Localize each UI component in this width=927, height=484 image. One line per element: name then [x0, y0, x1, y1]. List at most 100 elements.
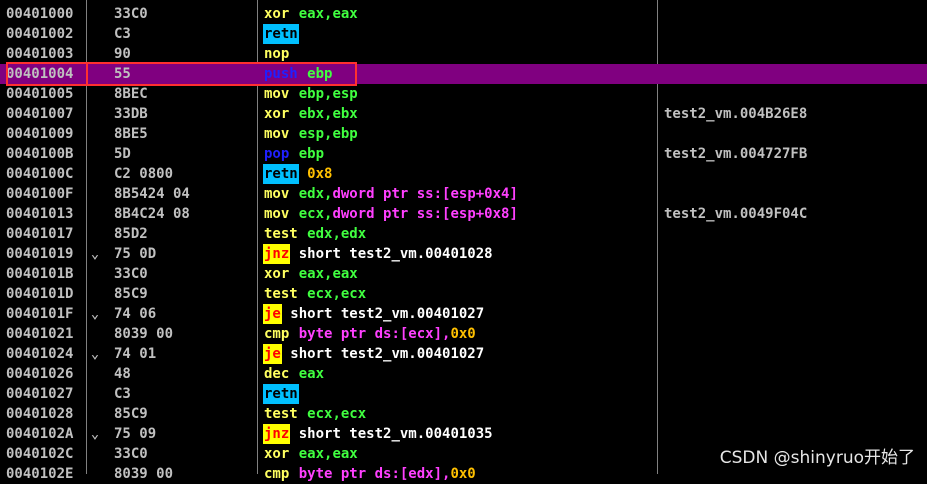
row-operands: eax,eax: [298, 6, 358, 22]
listing-row[interactable]: 00401000 33C0 xor eax,eax: [0, 4, 927, 24]
jump-arrow-icon: [88, 124, 102, 144]
row-address: 00401027: [6, 386, 74, 402]
row-instruction: retn: [263, 384, 299, 404]
row-hex-bytes: C3: [114, 26, 131, 42]
row-mnemonic: xor: [264, 266, 290, 282]
listing-row[interactable]: 00401024 ⌄ 74 01 je short test2_vm.00401027: [0, 344, 927, 364]
listing-row[interactable]: 00401013 8B4C24 08 mov ecx,dword ptr ss:[e…: [0, 204, 927, 224]
row-operands: short test2_vm.00401028: [298, 246, 493, 262]
row-operands: short test2_vm.00401027: [290, 306, 485, 322]
row-hex-bytes: 33C0: [114, 6, 148, 22]
row-mnemonic: cmp: [264, 466, 290, 482]
watermark: CSDN @shinyruo开始了: [719, 448, 915, 468]
row-instruction: pop ebp: [264, 144, 324, 164]
listing-row[interactable]: 00401027 C3 retn: [0, 384, 927, 404]
listing-row[interactable]: 00401019 ⌄ 75 0D jnz short test2_vm.0040102…: [0, 244, 927, 264]
row-mnemonic: mov: [264, 126, 290, 142]
row-instruction: test ecx,ecx: [264, 284, 366, 304]
listing-row[interactable]: 00401017 85D2 test edx,edx: [0, 224, 927, 244]
row-mnemonic: jnz: [263, 424, 291, 444]
listing-row[interactable]: 0040102A ⌄ 75 09 jnz short test2_vm.0040103…: [0, 424, 927, 444]
jump-arrow-icon: ⌄: [90, 306, 100, 322]
row-hex-bytes: 85D2: [114, 226, 148, 242]
listing-row[interactable]: 0040100B 5D pop ebp test2_vm.004727FB: [0, 144, 927, 164]
row-mnemonic: test: [264, 406, 298, 422]
row-hex-bytes: C3: [114, 386, 131, 402]
row-address: 0040102E: [6, 466, 74, 482]
row-hex-bytes: 8039 00: [114, 326, 174, 342]
jump-arrow-icon: [88, 384, 102, 404]
row-hex-bytes: 74 06: [114, 306, 157, 322]
listing-row[interactable]: 00401026 48 dec eax: [0, 364, 927, 384]
row-operands: edx,dword ptr ss:[esp+0x4]: [298, 186, 518, 202]
row-address: 0040102C: [6, 446, 74, 462]
row-operands: short test2_vm.00401035: [298, 426, 493, 442]
row-operands: eax,eax: [298, 446, 358, 462]
jump-arrow-icon: [88, 24, 102, 44]
jump-arrow-icon: ⌄: [90, 246, 100, 262]
row-mnemonic: nop: [264, 46, 290, 62]
row-mnemonic: pop: [264, 146, 290, 162]
row-hex-bytes: 85C9: [114, 406, 148, 422]
row-instruction: test ecx,ecx: [264, 404, 366, 424]
row-address: 00401017: [6, 226, 74, 242]
row-address: 00401004: [6, 66, 74, 82]
row-hex-bytes: 75 09: [114, 426, 157, 442]
jump-arrow-icon: [88, 104, 102, 124]
row-address: 00401000: [6, 6, 74, 22]
jump-arrow-icon: [88, 364, 102, 384]
row-mnemonic: push: [264, 66, 298, 82]
highlight-box-divider: [86, 62, 88, 86]
listing-row[interactable]: 0040100C C2 0800 retn 0x8: [0, 164, 927, 184]
row-hex-bytes: 74 01: [114, 346, 157, 362]
row-instruction: nop: [264, 44, 290, 64]
listing-row[interactable]: 00401005 8BEC mov ebp,esp: [0, 84, 927, 104]
row-hex-bytes: 48: [114, 366, 131, 382]
listing-row-selected[interactable]: 00401004 55 push ebp: [0, 64, 927, 84]
jump-arrow-icon: ⌄: [90, 346, 100, 362]
row-address: 00401007: [6, 106, 74, 122]
row-instruction: mov esp,ebp: [264, 124, 358, 144]
listing-row[interactable]: 0040101B 33C0 xor eax,eax: [0, 264, 927, 284]
listing-row[interactable]: 0040101D 85C9 test ecx,ecx: [0, 284, 927, 304]
jump-arrow-icon: [88, 4, 102, 24]
row-mnemonic: dec: [264, 366, 290, 382]
jump-arrow-icon: [88, 204, 102, 224]
listing-row[interactable]: 0040101F ⌄ 74 06 je short test2_vm.00401027: [0, 304, 927, 324]
listing-row[interactable]: 00401003 90 nop: [0, 44, 927, 64]
jump-arrow-icon: [88, 264, 102, 284]
jump-arrow-icon: [88, 84, 102, 104]
listing-row[interactable]: 00401009 8BE5 mov esp,ebp: [0, 124, 927, 144]
row-instruction: jnz short test2_vm.00401035: [263, 424, 493, 444]
row-mnemonic: mov: [264, 186, 290, 202]
listing-row[interactable]: 00401007 33DB xor ebx,ebx test2_vm.004B26E8: [0, 104, 927, 124]
listing-row[interactable]: 00401028 85C9 test ecx,ecx: [0, 404, 927, 424]
row-instruction: mov ecx,dword ptr ss:[esp+0x8]: [264, 204, 518, 224]
row-operands: ebx,ebx: [298, 106, 358, 122]
row-address: 0040100C: [6, 166, 74, 182]
row-mnemonic: mov: [264, 206, 290, 222]
row-mnemonic: cmp: [264, 326, 290, 342]
row-operands: ecx,dword ptr ss:[esp+0x8]: [298, 206, 518, 222]
row-hex-bytes: 8039 00: [114, 466, 174, 482]
listing-row[interactable]: 0040100F 8B5424 04 mov edx,dword ptr ss:[e…: [0, 184, 927, 204]
row-instruction: xor ebx,ebx: [264, 104, 358, 124]
row-instruction: mov edx,dword ptr ss:[esp+0x4]: [264, 184, 518, 204]
row-operands: ebp: [298, 146, 325, 162]
row-hex-bytes: C2 0800: [114, 166, 174, 182]
row-hex-bytes: 33C0: [114, 266, 148, 282]
jump-arrow-icon: [88, 64, 102, 84]
row-operands: esp,ebp: [298, 126, 358, 142]
row-mnemonic: test: [264, 286, 298, 302]
row-instruction: retn 0x8: [263, 164, 332, 184]
row-instruction: test edx,edx: [264, 224, 366, 244]
row-mnemonic: retn: [263, 164, 299, 184]
listing-row[interactable]: 00401002 C3 retn: [0, 24, 927, 44]
row-mnemonic: retn: [263, 24, 299, 44]
jump-arrow-icon: [88, 224, 102, 244]
row-address: 00401021: [6, 326, 74, 342]
row-mnemonic: xor: [264, 6, 290, 22]
listing-row[interactable]: 00401021 8039 00 cmp byte ptr ds:[ecx],0x0: [0, 324, 927, 344]
row-mnemonic: je: [263, 304, 282, 324]
row-instruction: jnz short test2_vm.00401028: [263, 244, 493, 264]
